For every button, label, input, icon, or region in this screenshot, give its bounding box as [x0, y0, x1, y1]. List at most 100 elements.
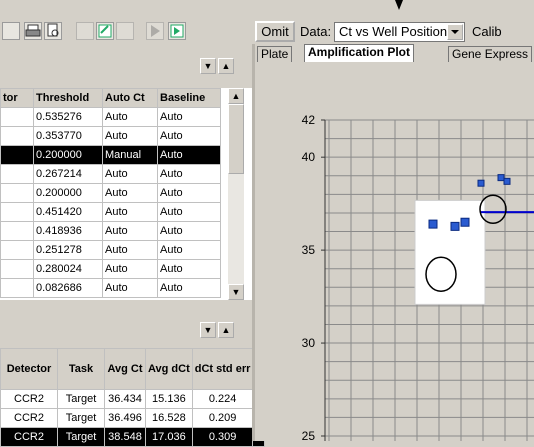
- table-cell: 0.251278: [33, 240, 103, 260]
- table-cell: 0.224: [191, 389, 254, 409]
- column-header[interactable]: Avg Ct: [104, 348, 146, 390]
- column-header[interactable]: dCt std err: [191, 348, 254, 390]
- calib-label: Calib: [472, 24, 502, 39]
- table-row[interactable]: 0.267214 Auto Auto: [0, 164, 221, 184]
- sample-table: Detector Task Avg Ct Avg dCt dCt std err…: [0, 348, 265, 447]
- scroll-down-icon[interactable]: ▼: [228, 284, 244, 300]
- table-cell: 0.451420: [33, 202, 103, 222]
- table-cell: [0, 240, 34, 260]
- chevron-down-icon[interactable]: ▼: [200, 58, 216, 74]
- table-cell: Auto: [157, 259, 221, 279]
- table-row[interactable]: 0.451420 Auto Auto: [0, 202, 221, 222]
- chevron-down-icon[interactable]: ▼: [200, 322, 216, 338]
- column-header[interactable]: Auto Ct: [102, 88, 158, 108]
- column-header[interactable]: Detector: [0, 348, 58, 390]
- omit-button[interactable]: Omit: [255, 21, 295, 42]
- unknown-icon[interactable]: [2, 22, 20, 40]
- table-cell: 0.418936: [33, 221, 103, 241]
- table-cell: 15.136: [145, 389, 193, 409]
- chevron-down-icon[interactable]: [447, 24, 463, 40]
- table-cell: [0, 107, 34, 127]
- chevron-up-icon[interactable]: ▲: [218, 58, 234, 74]
- data-point: [450, 221, 460, 231]
- column-header[interactable]: Avg dCt: [145, 348, 193, 390]
- y-tick-label: 30: [302, 336, 316, 350]
- table-cell: 0.082686: [33, 278, 103, 298]
- tab-plate[interactable]: Plate: [257, 46, 293, 63]
- table-cell: [0, 126, 34, 146]
- table-cell: 17.036: [145, 427, 193, 447]
- chevron-up-icon[interactable]: ▲: [218, 322, 234, 338]
- table-cell: Auto: [102, 107, 158, 127]
- table-row[interactable]: 0.535276 Auto Auto: [0, 107, 221, 127]
- table-cell: 0.535276: [33, 107, 103, 127]
- data-point: [503, 177, 511, 185]
- table-cell: Auto: [102, 278, 158, 298]
- table-cell: Auto: [157, 107, 221, 127]
- table-cell: CCR2: [0, 427, 58, 447]
- table-row[interactable]: 0.353770 Auto Auto: [0, 126, 221, 146]
- table-cell: 0.309: [191, 427, 254, 447]
- table-cell: 0.353770: [33, 126, 103, 146]
- panel-divider[interactable]: [0, 300, 252, 310]
- column-header[interactable]: Baseline: [157, 88, 221, 108]
- data-select[interactable]: Ct vs Well Position: [334, 22, 465, 42]
- table-row[interactable]: 0.280024 Auto Auto: [0, 259, 221, 279]
- table-cell: Auto: [157, 202, 221, 222]
- y-tick-label: 35: [302, 243, 316, 257]
- table-row[interactable]: 0.200000 Manual Auto: [0, 145, 221, 165]
- table-cell: CCR2: [0, 408, 58, 428]
- data-point: [477, 179, 485, 187]
- table-row[interactable]: 0.200000 Auto Auto: [0, 183, 221, 203]
- table-row[interactable]: CCR2Target38.54817.0360.3091: [0, 427, 265, 447]
- table-cell: Auto: [157, 164, 221, 184]
- table-cell: Auto: [157, 126, 221, 146]
- tab-amplification-plot[interactable]: Amplification Plot: [304, 44, 414, 63]
- table-row[interactable]: CCR2Target36.49616.5280.2091: [0, 408, 265, 428]
- table-cell: [0, 183, 34, 203]
- table-cell: Target: [57, 427, 105, 447]
- table-cell: Auto: [157, 145, 221, 165]
- tab-gene-expression[interactable]: Gene Express: [448, 46, 533, 63]
- ct-plot: 42 40 35 30 25: [302, 113, 534, 441]
- grid-icon[interactable]: [76, 22, 94, 40]
- detector-table: tor Threshold Auto Ct Baseline 0.535276 A…: [0, 88, 221, 298]
- table-icon[interactable]: [116, 22, 134, 40]
- table-cell: [0, 278, 34, 298]
- table-row[interactable]: 0.251278 Auto Auto: [0, 240, 221, 260]
- column-header[interactable]: tor: [0, 88, 34, 108]
- table-cell: [0, 259, 34, 279]
- edit-icon[interactable]: [96, 22, 114, 40]
- data-point: [428, 219, 438, 229]
- column-header[interactable]: Threshold: [33, 88, 103, 108]
- print-preview-icon[interactable]: [44, 22, 62, 40]
- table-cell: [0, 221, 34, 241]
- table-cell: [0, 164, 34, 184]
- scrollbar-thumb[interactable]: [228, 104, 244, 174]
- y-tick-label: 25: [302, 429, 316, 441]
- table-cell: 16.528: [145, 408, 193, 428]
- table-cell: Target: [57, 408, 105, 428]
- table-cell: 38.548: [104, 427, 146, 447]
- table-cell: Auto: [102, 202, 158, 222]
- table-cell: Auto: [157, 278, 221, 298]
- table-cell: 0.267214: [33, 164, 103, 184]
- analyze-icon[interactable]: [168, 22, 186, 40]
- print-icon[interactable]: [24, 22, 42, 40]
- play-icon[interactable]: [146, 22, 164, 40]
- table-cell: [0, 202, 34, 222]
- table-cell: 0.200000: [33, 183, 103, 203]
- table-cell: Auto: [157, 240, 221, 260]
- table-cell: Auto: [102, 164, 158, 184]
- table-cell: Auto: [157, 221, 221, 241]
- y-tick-label: 42: [302, 113, 316, 127]
- scroll-up-icon[interactable]: ▲: [228, 88, 244, 104]
- table-cell: 36.496: [104, 408, 146, 428]
- column-header[interactable]: Task: [57, 348, 105, 390]
- table-row[interactable]: 0.082686 Auto Auto: [0, 278, 221, 298]
- table-cell: [0, 145, 34, 165]
- table-row[interactable]: CCR2Target36.43415.1360.2240: [0, 389, 265, 409]
- table-row[interactable]: 0.418936 Auto Auto: [0, 221, 221, 241]
- table-cell: CCR2: [0, 389, 58, 409]
- data-point: [497, 174, 505, 182]
